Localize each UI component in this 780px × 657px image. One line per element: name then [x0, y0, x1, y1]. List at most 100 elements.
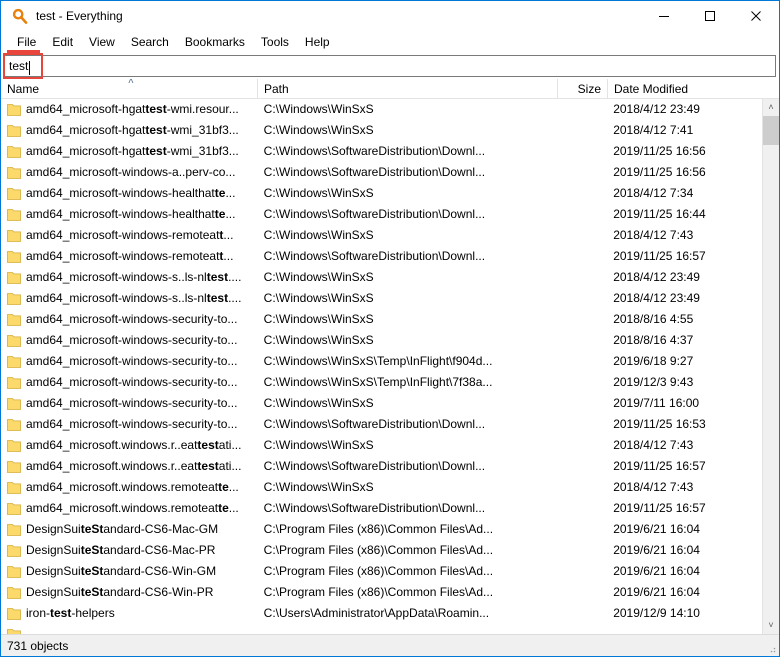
search-match: test [206, 291, 229, 305]
row-name-label: amd64_microsoft-windows-security-to... [26, 417, 238, 431]
table-row[interactable]: amd64_microsoft-windows-healthatte... C:\… [1, 204, 762, 225]
row-date-cell: 2018/4/12 7:34 [613, 186, 694, 200]
table-row-partial[interactable] [1, 624, 762, 634]
search-match: test [145, 123, 167, 137]
row-size-cell [557, 435, 607, 456]
table-row[interactable]: amd64_microsoft-windows-remoteatt... C:\W… [1, 225, 762, 246]
row-date-cell: 2018/4/12 7:41 [613, 123, 694, 137]
row-name-cell: amd64_microsoft-windows-a..perv-co... [1, 162, 258, 183]
row-size-cell [557, 372, 607, 393]
table-row[interactable]: amd64_microsoft-windows-remoteatt... C:\W… [1, 246, 762, 267]
sort-ascending-icon: ˄ [128, 79, 134, 87]
row-name-cell: amd64_microsoft-windows-security-to... [1, 309, 258, 330]
table-row[interactable]: amd64_microsoft-windows-security-to... C:… [1, 351, 762, 372]
folder-icon [7, 587, 21, 599]
row-size-cell [557, 498, 607, 519]
row-name-label: amd64_microsoft-hgattest-wmi_31bf3... [26, 144, 239, 158]
window-title: test - Everything [36, 8, 123, 23]
row-path-cell: C:\Windows\WinSxS [263, 291, 374, 305]
search-match: test [206, 270, 229, 284]
folder-icon [7, 419, 21, 431]
search-match: te [218, 480, 229, 494]
row-size-cell [557, 225, 607, 246]
folder-icon [7, 608, 21, 620]
table-row[interactable]: amd64_microsoft-windows-a..perv-co... C:\… [1, 162, 762, 183]
menu-item-search[interactable]: Search [123, 33, 177, 51]
scroll-up-icon[interactable]: ˄ [762, 99, 779, 116]
menu-item-help[interactable]: Help [297, 33, 338, 51]
table-row[interactable]: DesignSuiteStandard-CS6-Win-GM C:\Program… [1, 561, 762, 582]
column-header-date[interactable]: Date Modified [608, 79, 763, 99]
table-row[interactable]: amd64_microsoft.windows.remoteatte... C:\… [1, 477, 762, 498]
minimize-icon[interactable] [641, 1, 687, 31]
row-name-label: amd64_microsoft-windows-a..perv-co... [26, 165, 236, 179]
resize-grip-icon[interactable] [765, 642, 777, 654]
menu-item-tools[interactable]: Tools [253, 33, 297, 51]
row-path-cell: C:\Program Files (x86)\Common Files\Ad..… [263, 564, 494, 578]
row-name-label: amd64_microsoft-hgattest-wmi.resour... [26, 102, 239, 116]
table-row[interactable]: amd64_microsoft-windows-security-to... C:… [1, 330, 762, 351]
row-name-cell: amd64_microsoft.windows.r..eattestati... [1, 435, 258, 456]
row-path-cell: C:\Program Files (x86)\Common Files\Ad..… [263, 585, 494, 599]
folder-icon [7, 566, 21, 578]
row-date-cell: 2019/11/25 16:57 [613, 249, 706, 263]
scrollbar-thumb[interactable] [762, 116, 779, 145]
row-name-cell: amd64_microsoft-hgattest-wmi_31bf3... [1, 120, 258, 141]
folder-icon [7, 104, 21, 116]
row-path-cell: C:\Windows\SoftwareDistribution\Downl... [263, 417, 486, 431]
row-name-label: amd64_microsoft-windows-s..ls-nltest.... [26, 291, 242, 305]
row-size-cell [557, 288, 607, 309]
table-row[interactable]: amd64_microsoft-windows-healthatte... C:\… [1, 183, 762, 204]
table-row[interactable]: amd64_microsoft-windows-s..ls-nltest....… [1, 267, 762, 288]
table-row[interactable]: amd64_microsoft-hgattest-wmi_31bf3... C:\… [1, 141, 762, 162]
table-row[interactable]: DesignSuiteStandard-CS6-Mac-PR C:\Program… [1, 540, 762, 561]
row-name-cell: amd64_microsoft.windows.remoteatte... [1, 498, 258, 519]
row-name-cell: iron-test-helpers [1, 603, 258, 624]
row-path-cell: C:\Windows\WinSxS [263, 102, 374, 116]
table-row[interactable]: amd64_microsoft-windows-s..ls-nltest....… [1, 288, 762, 309]
close-icon[interactable] [733, 1, 779, 31]
row-date-cell: 2019/7/11 16:00 [613, 396, 700, 410]
table-row[interactable]: amd64_microsoft-windows-security-to... C:… [1, 414, 762, 435]
search-input[interactable]: test [3, 53, 776, 79]
row-path-cell: C:\Windows\WinSxS [263, 228, 374, 242]
column-header-size[interactable]: Size [558, 79, 608, 99]
search-match: t [219, 228, 224, 242]
table-row[interactable]: amd64_microsoft.windows.r..eattestati...… [1, 456, 762, 477]
row-name-label: amd64_microsoft.windows.remoteatte... [26, 480, 239, 494]
column-header-name[interactable]: Name ˄ [1, 79, 258, 99]
row-name-label: amd64_microsoft-windows-security-to... [26, 333, 238, 347]
table-row[interactable]: amd64_microsoft-windows-security-to... C:… [1, 393, 762, 414]
search-match: test [145, 144, 167, 158]
row-size-cell [557, 351, 607, 372]
row-size-cell [557, 141, 607, 162]
row-name-cell: amd64_microsoft-windows-s..ls-nltest.... [1, 267, 258, 288]
row-name-cell [1, 624, 258, 634]
table-row[interactable]: DesignSuiteStandard-CS6-Mac-GM C:\Program… [1, 519, 762, 540]
row-name-cell: amd64_microsoft-windows-healthatte... [1, 204, 258, 225]
table-row[interactable]: amd64_microsoft-hgattest-wmi.resour... C:… [1, 99, 762, 120]
table-row[interactable]: amd64_microsoft-hgattest-wmi_31bf3... C:\… [1, 120, 762, 141]
maximize-icon[interactable] [687, 1, 733, 31]
menu-item-edit[interactable]: Edit [44, 33, 81, 51]
scrollbar-track[interactable] [762, 116, 779, 617]
scroll-up-glyph: ˄ [768, 102, 774, 112]
column-header-path[interactable]: Path [258, 79, 558, 99]
table-row[interactable]: amd64_microsoft.windows.remoteatte... C:\… [1, 498, 762, 519]
scroll-down-icon[interactable]: ˅ [762, 617, 779, 634]
search-match: test [145, 102, 167, 116]
row-name-label: amd64_microsoft-windows-security-to... [26, 354, 238, 368]
menu-item-bookmarks[interactable]: Bookmarks [177, 33, 253, 51]
menu-item-file[interactable]: File [9, 33, 44, 51]
row-date-cell: 2019/6/21 16:04 [613, 543, 700, 557]
table-row[interactable]: DesignSuiteStandard-CS6-Win-PR C:\Program… [1, 582, 762, 603]
table-row[interactable]: iron-test-helpers C:\Users\Administrator\… [1, 603, 762, 624]
row-name-cell: amd64_microsoft-windows-security-to... [1, 393, 258, 414]
search-match: test [197, 438, 219, 452]
table-row[interactable]: amd64_microsoft-windows-security-to... C:… [1, 309, 762, 330]
vertical-scrollbar[interactable]: ˄ ˅ [762, 99, 779, 634]
row-name-label: amd64_microsoft.windows.r..eattestati... [26, 459, 242, 473]
table-row[interactable]: amd64_microsoft-windows-security-to... C:… [1, 372, 762, 393]
table-row[interactable]: amd64_microsoft.windows.r..eattestati...… [1, 435, 762, 456]
menu-item-view[interactable]: View [81, 33, 123, 51]
